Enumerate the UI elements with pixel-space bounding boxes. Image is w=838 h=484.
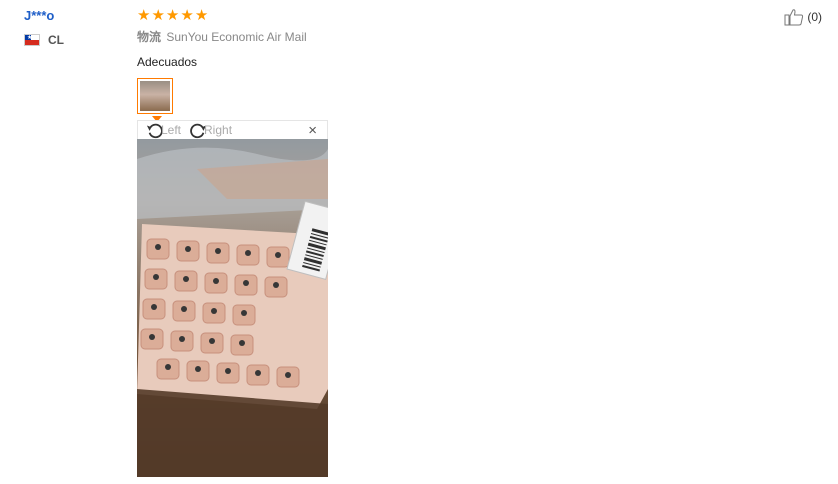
review-body: ★ ★ ★ ★ ★ 物流 SunYou Economic Air Mail Ad… bbox=[137, 8, 737, 122]
chile-flag-icon: ★ bbox=[24, 34, 40, 46]
star-icon: ★ bbox=[180, 7, 194, 24]
rotate-right-button[interactable]: Right bbox=[189, 121, 232, 139]
reviewer-name: J***o bbox=[24, 8, 55, 23]
helpful-button[interactable]: (0) bbox=[784, 8, 822, 26]
photo-viewer: Left Right × bbox=[137, 120, 328, 477]
thumbnail-image bbox=[140, 81, 170, 111]
star-rating: ★ ★ ★ ★ ★ bbox=[137, 8, 737, 24]
review-photo bbox=[137, 139, 328, 477]
star-icon: ★ bbox=[194, 7, 209, 24]
shipping-method: SunYou Economic Air Mail bbox=[166, 30, 307, 44]
star-icon: ★ bbox=[151, 7, 165, 24]
thumbs-up-icon bbox=[784, 9, 804, 26]
country-code: CL bbox=[48, 33, 64, 47]
review-comment: Adecuados bbox=[137, 55, 198, 69]
rotate-left-button[interactable]: Left bbox=[146, 121, 181, 139]
photo-image bbox=[137, 139, 328, 477]
helpful-count: (0) bbox=[807, 10, 822, 24]
rotate-left-label: Left bbox=[161, 123, 182, 137]
reviewer-info: J***o ★ CL bbox=[24, 8, 64, 47]
rotate-right-label: Right bbox=[204, 123, 233, 137]
shipping-label: 物流 bbox=[137, 30, 162, 44]
star-icon: ★ bbox=[165, 7, 180, 24]
star-icon: ★ bbox=[137, 7, 151, 24]
reviewer-country: ★ CL bbox=[24, 33, 64, 47]
shipping-info: 物流 SunYou Economic Air Mail bbox=[137, 28, 737, 45]
review-photo-thumbnail[interactable] bbox=[137, 78, 175, 122]
photo-viewer-toolbar: Left Right × bbox=[137, 120, 328, 139]
close-viewer-button[interactable]: × bbox=[308, 122, 317, 139]
